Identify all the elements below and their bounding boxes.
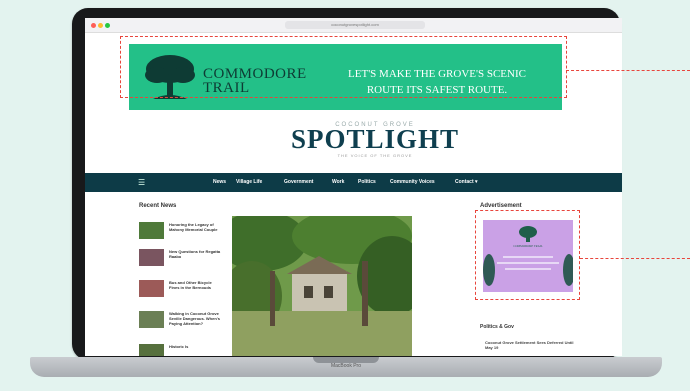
news-list-item[interactable]: Historic Is — [139, 344, 224, 356]
news-list-item[interactable]: New Questions for Regatta Raabo — [139, 249, 224, 273]
nav-item-news[interactable]: News — [213, 179, 226, 185]
banner-highlight-box — [120, 36, 567, 98]
sidebar-ad-highlight-box — [475, 210, 580, 300]
politics-article-link[interactable]: Coconut Grove Settlement Sees Deferred U… — [485, 340, 577, 350]
site-tagline: THE VOICE OF THE GROVE — [337, 153, 413, 158]
site-logo[interactable]: SPOTLIGHT — [263, 124, 487, 155]
news-thumbnail[interactable] — [139, 222, 164, 239]
news-thumbnail[interactable] — [139, 344, 164, 356]
hamburger-menu-icon[interactable]: ☰ — [138, 178, 145, 187]
close-window-icon[interactable] — [91, 23, 96, 28]
news-list-item[interactable]: Walking in Coconut Grove Seville Dangero… — [139, 311, 224, 335]
news-item-title[interactable]: Honoring the Legacy of Mahony Memorial C… — [169, 222, 223, 232]
news-item-title[interactable]: Walking in Coconut Grove Seville Dangero… — [169, 311, 223, 326]
recent-news-heading: Recent News — [139, 203, 177, 209]
laptop-label: MacBook Pro — [330, 363, 361, 369]
browser-toolbar: coconutgrovespotlight.com — [85, 18, 622, 33]
news-list-item[interactable]: Bus and Other Bicycle Fines in the Berno… — [139, 280, 224, 304]
nav-item-contact[interactable]: Contact ▾ — [455, 179, 478, 185]
address-bar[interactable]: coconutgrovespotlight.com — [285, 21, 425, 29]
news-item-title[interactable]: New Questions for Regatta Raabo — [169, 249, 223, 259]
politics-section-heading: Politics & Gov — [480, 324, 514, 330]
laptop-base: MacBook Pro — [30, 357, 662, 377]
nav-item-community-voices[interactable]: Community Voices — [390, 179, 435, 185]
nav-item-politics[interactable]: Politics — [358, 179, 376, 185]
nav-item-government[interactable]: Government — [284, 179, 313, 185]
news-list-item[interactable]: Honoring the Legacy of Mahony Memorial C… — [139, 222, 224, 246]
news-thumbnail[interactable] — [139, 280, 164, 297]
news-thumbnail[interactable] — [139, 311, 164, 328]
minimize-window-icon[interactable] — [98, 23, 103, 28]
sidebar-ad-leader-line — [580, 258, 690, 259]
banner-leader-line — [566, 70, 690, 71]
news-thumbnail[interactable] — [139, 249, 164, 266]
maximize-window-icon[interactable] — [105, 23, 110, 28]
news-item-title[interactable]: Historic Is — [169, 344, 223, 349]
featured-article-image[interactable] — [232, 216, 412, 356]
nav-item-work[interactable]: Work — [332, 179, 344, 185]
advertisement-heading: Advertisement — [480, 203, 522, 209]
main-navigation: ☰ News Village Life Government Work Poli… — [85, 173, 622, 192]
news-item-title[interactable]: Bus and Other Bicycle Fines in the Berno… — [169, 280, 223, 290]
nav-item-village-life[interactable]: Village Life — [236, 179, 262, 185]
